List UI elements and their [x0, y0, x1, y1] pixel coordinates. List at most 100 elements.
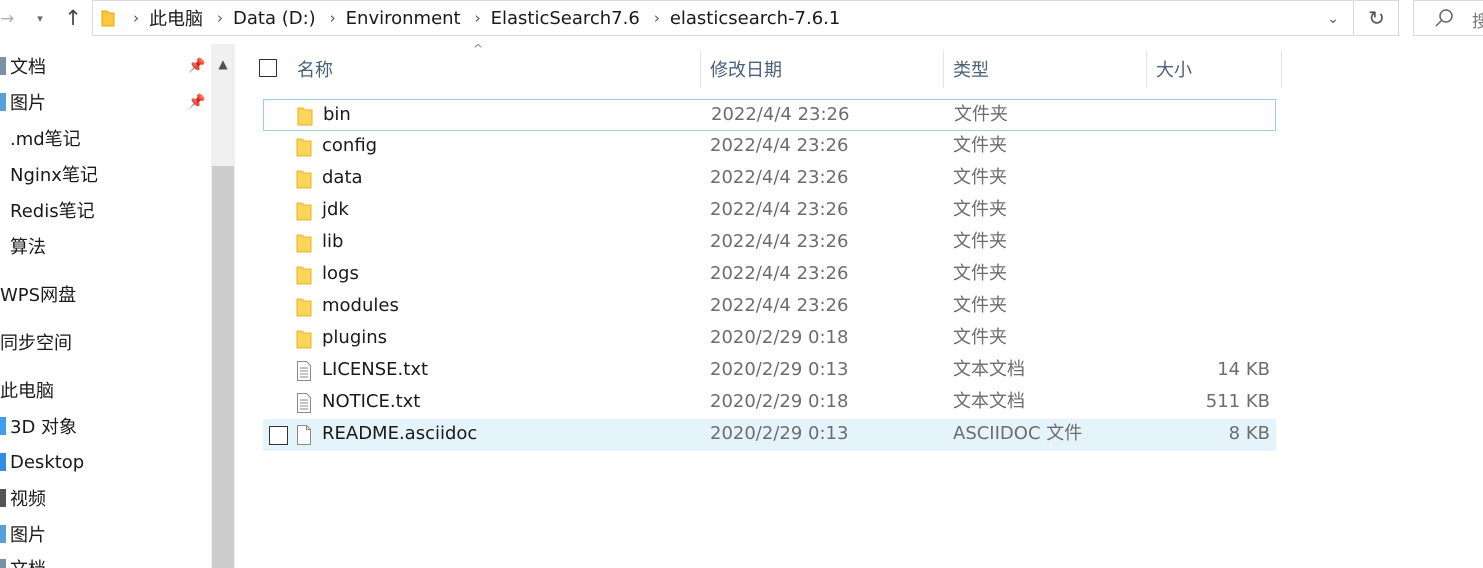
sidebar-item-sync-space[interactable]: 同步空间	[0, 328, 72, 356]
sidebar-scrollbar[interactable]: ▲	[211, 44, 235, 568]
breadcrumb-current-folder[interactable]: elasticsearch-7.6.1	[670, 8, 841, 29]
refresh-button[interactable]: ↻	[1355, 0, 1399, 36]
file-row-plugins[interactable]: plugins 2020/2/29 0:18 文件夹	[263, 323, 1276, 355]
breadcrumb-separator-icon[interactable]: ›	[330, 9, 336, 27]
breadcrumb-elasticsearch[interactable]: ElasticSearch7.6	[491, 8, 640, 29]
sidebar-item-documents-pinned[interactable]: 文档 📌	[0, 52, 205, 80]
file-row-license[interactable]: LICENSE.txt 2020/2/29 0:13 文本文档 14 KB	[263, 355, 1276, 387]
sidebar-item-3d-objects[interactable]: 3D 对象	[0, 412, 77, 440]
sidebar-item-label: 文档	[10, 57, 46, 78]
sidebar-item-redis-notes[interactable]: Redis笔记	[10, 196, 95, 224]
file-row-logs[interactable]: logs 2022/4/4 23:26 文件夹	[263, 259, 1276, 291]
file-modified: 2020/2/29 0:18	[710, 391, 849, 412]
sidebar-item-label: 文档	[10, 555, 46, 568]
forward-arrow-icon[interactable]: →	[0, 8, 22, 30]
pictures-icon	[0, 525, 6, 543]
column-divider[interactable]	[700, 50, 701, 88]
file-type: 文件夹	[953, 263, 1007, 284]
select-all-checkbox[interactable]	[259, 59, 277, 77]
file-modified: 2022/4/4 23:26	[710, 135, 849, 156]
folder-icon	[101, 10, 115, 27]
column-header-name[interactable]: 名称	[297, 50, 697, 88]
sidebar-item-pictures[interactable]: 图片	[0, 520, 46, 548]
file-type: 文本文档	[953, 359, 1025, 380]
breadcrumb-this-pc[interactable]: 此电脑	[149, 5, 203, 31]
breadcrumb-drive[interactable]: Data (D:)	[233, 8, 316, 29]
column-divider[interactable]	[1281, 50, 1282, 88]
file-row-lib[interactable]: lib 2022/4/4 23:26 文件夹	[263, 227, 1276, 259]
column-divider[interactable]	[943, 50, 944, 88]
column-header-type[interactable]: 类型	[953, 50, 1143, 88]
address-bar[interactable]: › 此电脑 › Data (D:) › Environment › Elasti…	[92, 0, 1354, 36]
column-header-size[interactable]: 大小	[1156, 50, 1276, 88]
file-name: plugins	[322, 327, 388, 348]
sidebar-item-desktop[interactable]: Desktop	[0, 448, 84, 476]
sidebar-item-algorithms[interactable]: 算法	[10, 232, 46, 260]
sidebar-item-nginx-notes[interactable]: Nginx笔记	[10, 160, 98, 188]
breadcrumb-separator-icon[interactable]: ›	[475, 9, 481, 27]
sidebar-item-label: 算法	[10, 237, 46, 258]
file-name: config	[322, 135, 378, 156]
refresh-icon: ↻	[1368, 6, 1385, 30]
file-modified: 2020/2/29 0:13	[710, 423, 849, 444]
file-row-notice[interactable]: NOTICE.txt 2020/2/29 0:18 文本文档 511 KB	[263, 387, 1276, 419]
column-header-label: 名称	[297, 60, 333, 81]
up-arrow-icon[interactable]: ↑	[60, 5, 86, 31]
file-type: 文本文档	[953, 391, 1025, 412]
column-header-modified[interactable]: 修改日期	[710, 50, 940, 88]
breadcrumb-separator-icon: ›	[133, 9, 139, 27]
breadcrumb-environment[interactable]: Environment	[346, 8, 461, 29]
file-row-readme[interactable]: README.asciidoc 2020/2/29 0:13 ASCIIDOC …	[263, 419, 1276, 451]
file-modified: 2022/4/4 23:26	[710, 231, 849, 252]
text-file-icon	[297, 361, 311, 381]
file-size: 14 KB	[1217, 359, 1270, 380]
sidebar-item-this-pc[interactable]: 此电脑	[0, 376, 54, 404]
blank-file-icon	[297, 425, 311, 445]
recent-locations-chevron-icon[interactable]: ▾	[31, 8, 49, 30]
folder-icon	[296, 234, 312, 253]
folder-icon	[296, 266, 312, 285]
scroll-up-arrow-icon[interactable]: ▲	[211, 44, 235, 84]
file-name: LICENSE.txt	[322, 359, 429, 380]
sidebar-item-md-notes[interactable]: .md笔记	[10, 124, 81, 152]
documents-icon	[0, 559, 6, 568]
desktop-icon	[0, 453, 6, 471]
folder-icon	[297, 107, 313, 126]
search-box[interactable]: 搜	[1413, 0, 1483, 36]
file-row-data[interactable]: data 2022/4/4 23:26 文件夹	[263, 163, 1276, 195]
column-header-row: 名称 修改日期 类型 大小	[255, 50, 1285, 88]
sidebar-item-pictures-pinned[interactable]: 图片 📌	[0, 88, 205, 116]
sidebar-item-label: 3D 对象	[10, 417, 78, 438]
column-header-label: 修改日期	[710, 60, 782, 81]
pin-icon[interactable]: 📌	[188, 58, 205, 74]
sidebar-item-label: 视频	[10, 489, 46, 510]
pin-icon[interactable]: 📌	[188, 94, 205, 110]
sidebar-item-label: Nginx笔记	[10, 165, 98, 186]
file-row-config[interactable]: config 2022/4/4 23:26 文件夹	[263, 131, 1276, 163]
file-row-modules[interactable]: modules 2022/4/4 23:26 文件夹	[263, 291, 1276, 323]
column-header-label: 大小	[1156, 60, 1192, 81]
sidebar-item-wps-drive[interactable]: WPS网盘	[0, 280, 76, 308]
file-row-bin[interactable]: bin 2022/4/4 23:26 文件夹	[263, 99, 1276, 131]
file-name: lib	[322, 231, 344, 252]
sidebar-item-documents[interactable]: 文档	[0, 554, 46, 568]
file-name: data	[322, 167, 363, 188]
row-select-checkbox[interactable]	[269, 426, 288, 445]
file-type: 文件夹	[953, 231, 1007, 252]
breadcrumb-separator-icon[interactable]: ›	[654, 9, 660, 27]
sidebar-item-label: 同步空间	[0, 333, 72, 354]
file-type: 文件夹	[953, 295, 1007, 316]
sidebar-item-videos[interactable]: 视频	[0, 484, 46, 512]
documents-icon	[0, 57, 6, 75]
breadcrumb-separator-icon[interactable]: ›	[217, 9, 223, 27]
scrollbar-thumb[interactable]	[212, 166, 234, 568]
address-history-chevron-icon[interactable]: ⌄	[1327, 9, 1339, 29]
breadcrumb: › 此电脑 › Data (D:) › Environment › Elasti…	[119, 1, 840, 35]
folder-icon	[296, 170, 312, 189]
file-size: 511 KB	[1205, 391, 1270, 412]
file-row-jdk[interactable]: jdk 2022/4/4 23:26 文件夹	[263, 195, 1276, 227]
3d-objects-icon	[0, 417, 6, 435]
file-name: bin	[323, 104, 351, 125]
file-modified: 2022/4/4 23:26	[710, 263, 849, 284]
column-divider[interactable]	[1146, 50, 1147, 88]
